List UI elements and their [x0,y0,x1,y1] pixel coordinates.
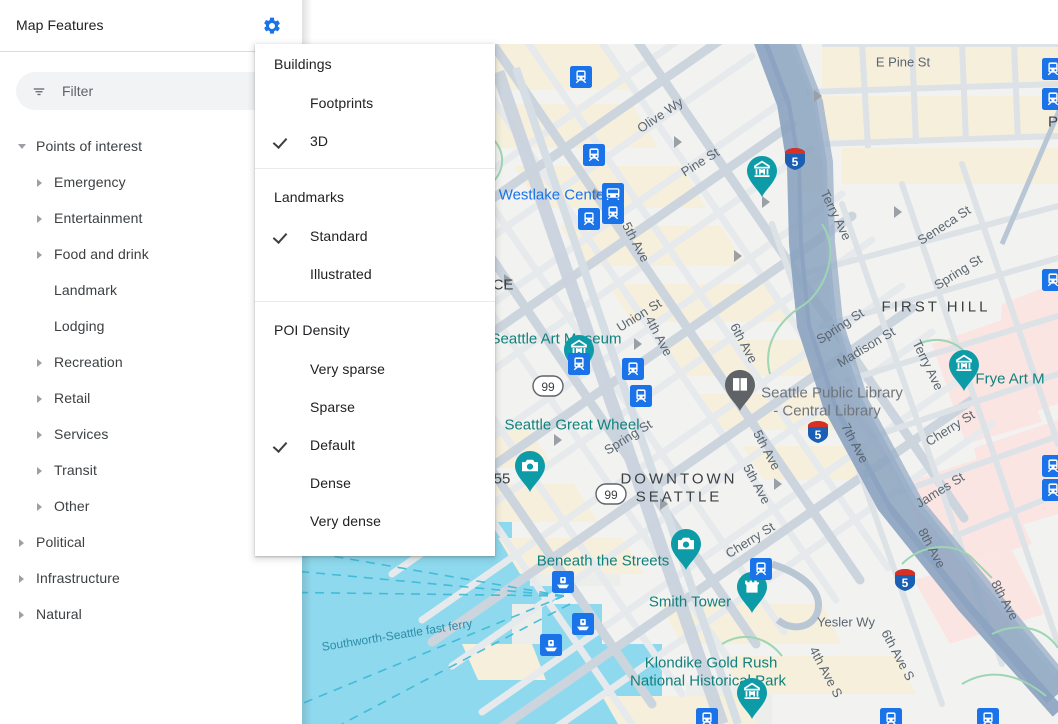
menu-item-label: 3D [310,133,329,149]
check-placeholder [274,265,292,283]
menu-item-3d[interactable]: 3D [255,122,495,160]
menu-item-dense[interactable]: Dense [255,464,495,502]
menu-section-heading: Landmarks [274,189,345,205]
sidebar-item-label: Retail [54,390,91,406]
no-caret-spacer [34,320,46,332]
filter-input[interactable] [60,82,254,100]
menu-section-heading: POI Density [274,322,350,338]
menu-item-label: Very sparse [310,361,386,377]
sidebar-item-label: Landmark [54,282,118,298]
menu-item-very-dense[interactable]: Very dense [255,502,495,540]
check-icon [274,436,292,454]
chevron-down-icon[interactable] [16,140,28,152]
menu-divider [255,168,495,169]
check-placeholder [274,474,292,492]
sidebar-item-natural[interactable]: Natural [0,596,302,632]
menu-item-very-sparse[interactable]: Very sparse [255,350,495,388]
chevron-right-icon[interactable] [34,176,46,188]
check-placeholder [274,94,292,112]
page-title: Map Features [16,17,104,33]
chevron-right-icon[interactable] [34,428,46,440]
menu-item-standard[interactable]: Standard [255,217,495,255]
menu-item-label: Footprints [310,95,374,111]
menu-item-label: Sparse [310,399,355,415]
sidebar-item-label: Infrastructure [36,570,120,586]
sidebar-item-infrastructure[interactable]: Infrastructure [0,560,302,596]
chevron-right-icon[interactable] [16,572,28,584]
sidebar-item-label: Food and drink [54,246,149,262]
chevron-right-icon[interactable] [34,248,46,260]
no-caret-spacer [34,284,46,296]
menu-item-label: Illustrated [310,266,372,282]
menu-item-label: Standard [310,228,368,244]
sidebar-item-label: Other [54,498,90,514]
sidebar-item-label: Emergency [54,174,126,190]
check-placeholder [274,360,292,378]
sidebar-item-label: Recreation [54,354,123,370]
sidebar-item-label: Services [54,426,109,442]
menu-item-footprints[interactable]: Footprints [255,84,495,122]
check-placeholder [274,398,292,416]
gear-icon[interactable] [258,12,286,40]
menu-item-label: Dense [310,475,351,491]
chevron-right-icon[interactable] [16,536,28,548]
map-style-settings-menu[interactable]: Buildings Footprints 3D Landmarks Standard Il… [255,44,495,556]
sidebar-item-label: Natural [36,606,82,622]
sidebar-item-label: Transit [54,462,97,478]
menu-divider [255,301,495,302]
chevron-right-icon[interactable] [34,392,46,404]
check-placeholder [274,512,292,530]
check-icon [274,227,292,245]
menu-item-default[interactable]: Default [255,426,495,464]
menu-item-sparse[interactable]: Sparse [255,388,495,426]
sidebar-item-label: Entertainment [54,210,143,226]
chevron-right-icon[interactable] [34,500,46,512]
check-icon [274,132,292,150]
sidebar-item-label: Political [36,534,86,550]
chevron-right-icon[interactable] [34,356,46,368]
menu-section-poi-density: POI Density Very sparse Sparse Default Dense… [255,310,495,540]
filter-icon [30,82,48,100]
menu-section-buildings: Buildings Footprints 3D [255,44,495,160]
sidebar-item-label: Points of interest [36,138,143,154]
sidebar-item-label: Lodging [54,318,105,334]
chevron-right-icon[interactable] [34,212,46,224]
chevron-right-icon[interactable] [34,464,46,476]
menu-item-label: Very dense [310,513,382,529]
filter-input-wrapper[interactable] [16,72,286,110]
menu-item-illustrated[interactable]: Illustrated [255,255,495,293]
menu-item-label: Default [310,437,356,453]
menu-section-heading: Buildings [274,56,332,72]
chevron-right-icon[interactable] [16,608,28,620]
menu-section-landmarks: Landmarks Standard Illustrated [255,177,495,293]
